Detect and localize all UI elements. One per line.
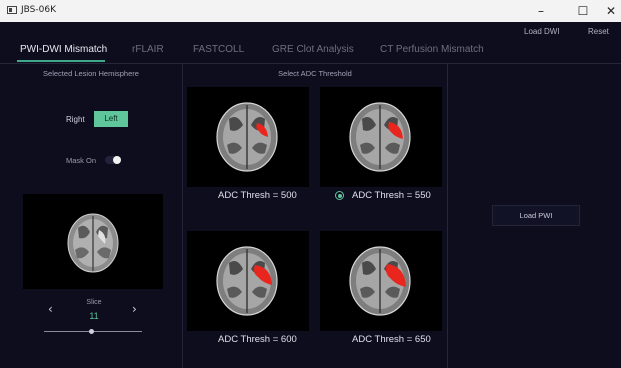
tab-rflair[interactable]: rFLAIR: [132, 44, 164, 55]
right-panel-divider: [447, 64, 448, 368]
slice-brain-svg: [67, 213, 119, 273]
adc-label-500: ADC Thresh = 500: [218, 190, 297, 201]
minimize-button[interactable]: –: [527, 2, 555, 20]
window-title: JBS-06K: [21, 5, 56, 15]
slice-prev-button[interactable]: ‹: [48, 302, 53, 316]
slice-slider-thumb[interactable]: [89, 329, 94, 334]
adc-thumb-500[interactable]: [187, 87, 309, 187]
adc-threshold-title: Select ADC Threshold: [278, 69, 352, 78]
tab-gre-clot-analysis[interactable]: GRE Clot Analysis: [272, 44, 354, 55]
mask-toggle-knob: [113, 156, 121, 164]
brain-650-svg: [349, 246, 411, 316]
close-button[interactable]: ✕: [597, 2, 621, 20]
tab-ct-perfusion-mismatch[interactable]: CT Perfusion Mismatch: [380, 44, 484, 55]
adc-radio-550-selected[interactable]: [335, 191, 344, 200]
tab-pwi-dwi-mismatch[interactable]: PWI-DWI Mismatch: [20, 44, 107, 55]
adc-label-650: ADC Thresh = 650: [352, 334, 431, 345]
maximize-button[interactable]: ☐: [569, 2, 597, 20]
reset-button[interactable]: Reset: [588, 27, 609, 36]
brain-550-svg: [349, 102, 411, 172]
brain-600-svg: [216, 246, 278, 316]
load-dwi-button[interactable]: Load DWI: [524, 27, 560, 36]
window-titlebar: JBS-06K – ☐ ✕: [0, 0, 621, 22]
mask-toggle[interactable]: [105, 156, 121, 164]
slice-value: 11: [89, 311, 99, 321]
hemisphere-right-button[interactable]: Right: [66, 115, 85, 124]
tab-fastcoll[interactable]: FASTCOLL: [193, 44, 244, 55]
brain-500-svg: [216, 102, 278, 172]
adc-thumb-600[interactable]: [187, 231, 309, 331]
adc-label-600: ADC Thresh = 600: [218, 334, 297, 345]
adc-thumb-650[interactable]: [320, 231, 442, 331]
slice-next-button[interactable]: ›: [132, 302, 137, 316]
hemisphere-left-button[interactable]: Left: [94, 111, 128, 127]
app-icon: [7, 6, 17, 14]
panel-top-border: [0, 63, 621, 64]
slice-label: Slice: [86, 299, 102, 306]
mask-toggle-label: Mask On: [66, 156, 97, 165]
slice-preview-image: [23, 194, 163, 289]
load-pwi-button[interactable]: Load PWI: [492, 205, 580, 226]
adc-label-550: ADC Thresh = 550: [352, 190, 431, 201]
left-panel-divider: [182, 64, 183, 368]
adc-thumb-550[interactable]: [320, 87, 442, 187]
active-tab-indicator: [17, 60, 105, 62]
lesion-hemisphere-title: Selected Lesion Hemisphere: [43, 69, 139, 78]
